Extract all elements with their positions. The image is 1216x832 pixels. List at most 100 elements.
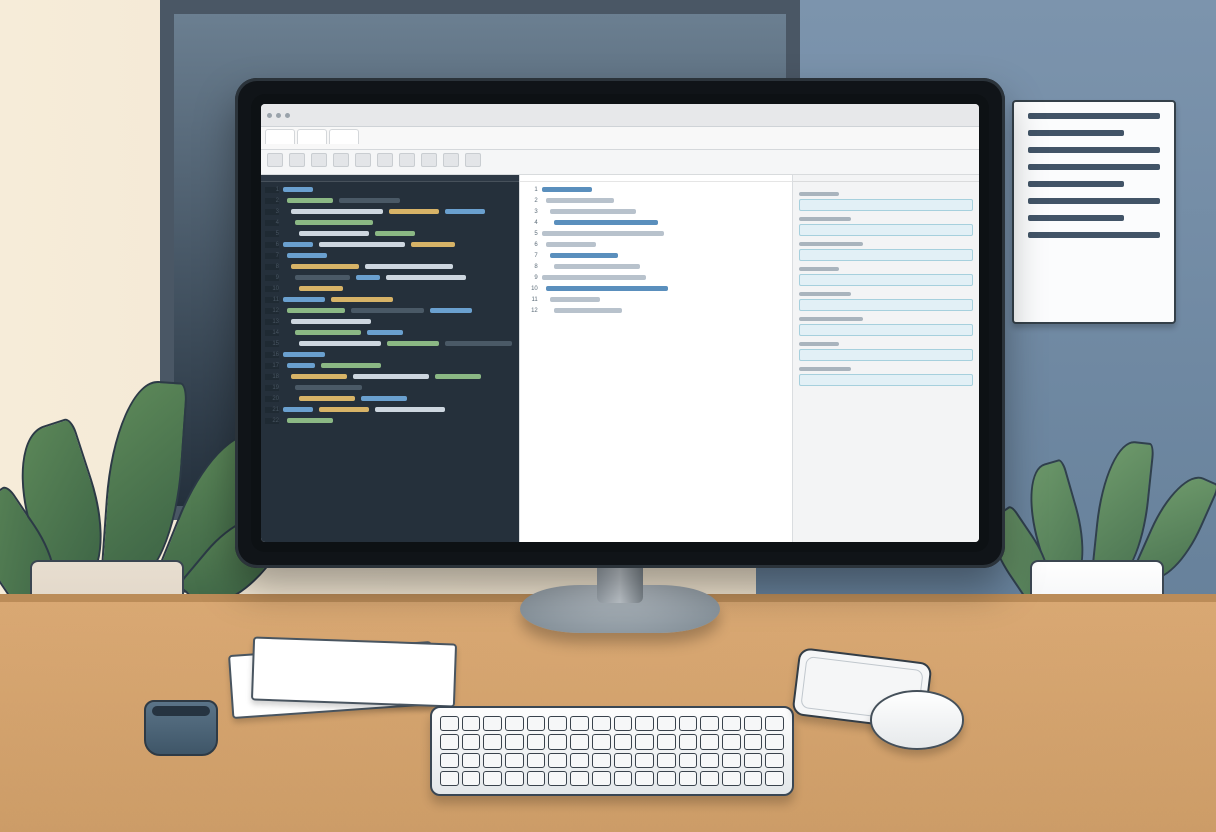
input-field	[799, 299, 973, 311]
keycap	[765, 716, 784, 731]
keycap	[635, 734, 654, 749]
keycap	[440, 753, 459, 768]
keycap	[679, 716, 698, 731]
toolbar-button-icon	[355, 153, 371, 167]
keycap	[592, 734, 611, 749]
keycap	[722, 771, 741, 786]
input-field	[799, 224, 973, 236]
code-line: 9	[520, 272, 792, 283]
keycap	[744, 753, 763, 768]
field-label	[799, 292, 851, 296]
code-line: 14	[261, 327, 519, 338]
keycap	[483, 771, 502, 786]
code-line: 16	[261, 349, 519, 360]
keycap	[548, 734, 567, 749]
keycap	[614, 734, 633, 749]
code-line: 17	[261, 360, 519, 371]
pane-header	[793, 175, 979, 182]
input-field	[799, 374, 973, 386]
side-panel	[793, 175, 979, 542]
toolbar-button-icon	[399, 153, 415, 167]
keycap	[570, 753, 589, 768]
code-line: 5	[520, 228, 792, 239]
wall-note	[1012, 100, 1176, 324]
window-control-icon	[267, 113, 272, 118]
keycap	[635, 716, 654, 731]
keycap	[548, 753, 567, 768]
keycap	[635, 771, 654, 786]
field-label	[799, 217, 851, 221]
keycap	[744, 716, 763, 731]
keycap	[483, 734, 502, 749]
code-line: 18	[261, 371, 519, 382]
desk-scene-illustration: 12345678910111213141516171819202122 1234…	[0, 0, 1216, 832]
input-field	[799, 249, 973, 261]
keycap	[483, 716, 502, 731]
keycap	[462, 716, 481, 731]
keycap	[614, 753, 633, 768]
keycap	[505, 716, 524, 731]
toolbar-button-icon	[377, 153, 393, 167]
keycap	[505, 753, 524, 768]
keycap	[483, 753, 502, 768]
code-line: 22	[261, 415, 519, 426]
keycap	[527, 716, 546, 731]
keycap	[462, 753, 481, 768]
keycap	[744, 734, 763, 749]
keycap	[570, 716, 589, 731]
field-label	[799, 267, 839, 271]
code-line: 20	[261, 393, 519, 404]
code-line: 6	[261, 239, 519, 250]
code-line: 4	[261, 217, 519, 228]
keycap	[505, 734, 524, 749]
coffee-cup	[144, 700, 218, 756]
keycap	[440, 771, 459, 786]
code-line: 11	[520, 294, 792, 305]
toolbar-button-icon	[311, 153, 327, 167]
code-line: 21	[261, 404, 519, 415]
window-titlebar	[261, 104, 979, 127]
pane-header	[520, 175, 792, 182]
keycap	[614, 716, 633, 731]
keycap	[440, 716, 459, 731]
keycap	[657, 716, 676, 731]
paper-sheet	[251, 636, 457, 707]
keycap	[614, 771, 633, 786]
keyboard	[430, 706, 794, 796]
toolbar	[261, 150, 979, 175]
field-label	[799, 242, 863, 246]
keycap	[700, 753, 719, 768]
toolbar-button-icon	[267, 153, 283, 167]
toolbar-button-icon	[421, 153, 437, 167]
keycap	[592, 753, 611, 768]
monitor: 12345678910111213141516171819202122 1234…	[235, 78, 1005, 568]
keycap	[592, 771, 611, 786]
keycap	[570, 734, 589, 749]
keycap	[700, 716, 719, 731]
field-label	[799, 342, 839, 346]
code-line: 8	[520, 261, 792, 272]
keycap	[765, 734, 784, 749]
editor-pane-dark: 12345678910111213141516171819202122	[261, 175, 519, 542]
code-line: 2	[261, 195, 519, 206]
keycap	[462, 734, 481, 749]
keycap	[527, 734, 546, 749]
keycap	[722, 716, 741, 731]
keycap	[635, 753, 654, 768]
keycap	[744, 771, 763, 786]
keycap	[548, 771, 567, 786]
code-line: 3	[261, 206, 519, 217]
field-label	[799, 367, 851, 371]
keycap	[548, 716, 567, 731]
code-line: 12	[261, 305, 519, 316]
code-line: 7	[520, 250, 792, 261]
toolbar-button-icon	[289, 153, 305, 167]
tab-strip	[261, 127, 979, 150]
code-line: 8	[261, 261, 519, 272]
code-line: 13	[261, 316, 519, 327]
code-line: 12	[520, 305, 792, 316]
keycap	[462, 771, 481, 786]
keycap	[527, 753, 546, 768]
code-line: 7	[261, 250, 519, 261]
keycap	[679, 734, 698, 749]
